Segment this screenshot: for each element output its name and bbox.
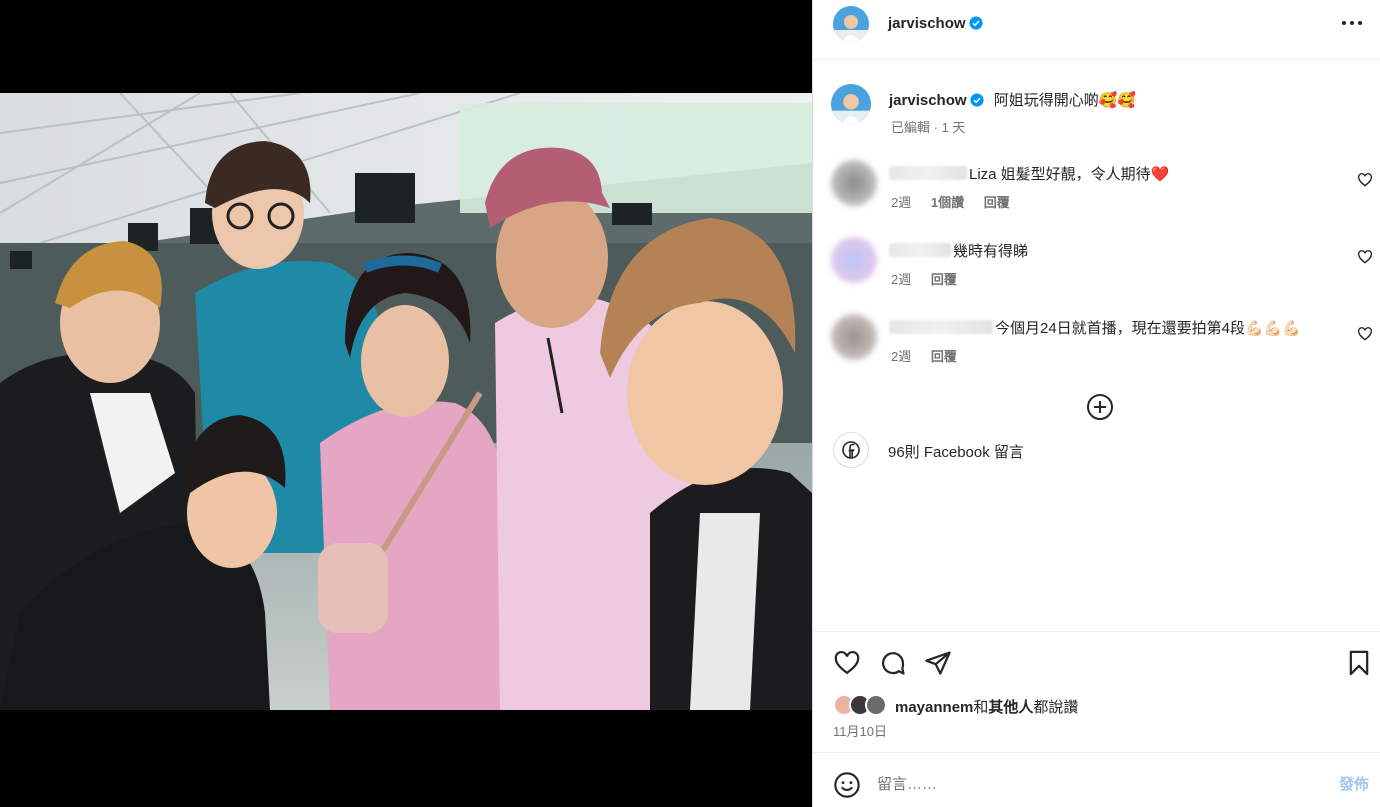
reply-button[interactable]: 回覆 — [984, 195, 1010, 210]
caption-text: 阿姐玩得開心啲🥰🥰 — [993, 92, 1137, 109]
post-date[interactable]: 11月10日 — [833, 721, 887, 740]
facebook-comments-text[interactable]: 96則 Facebook 留言 — [888, 441, 1024, 462]
likes-others-link[interactable]: 其他人 — [988, 699, 1033, 716]
heart-icon[interactable] — [1357, 172, 1373, 188]
photo-stage — [0, 0, 812, 807]
comment-meta: 2週 回覆 — [891, 346, 973, 365]
comment-text: Liza 姐髮型好靚，令人期待❤️ — [969, 166, 1170, 183]
comment-item: Liza 姐髮型好靚，令人期待❤️ 2週 1個讚 回覆 — [813, 158, 1380, 228]
comment-icon[interactable] — [879, 649, 907, 677]
post-photo[interactable] — [0, 93, 812, 710]
facebook-icon — [833, 432, 869, 468]
bookmark-icon[interactable] — [1345, 649, 1373, 677]
comment-age[interactable]: 2週 — [891, 349, 911, 364]
plus-circle-icon[interactable] — [1085, 392, 1115, 422]
comment-input[interactable] — [877, 771, 1277, 797]
commenter-username-redacted[interactable] — [889, 243, 951, 257]
caption-meta: 已編輯 · 1 天 — [891, 117, 965, 136]
commenter-avatar[interactable] — [831, 237, 877, 283]
reply-button[interactable]: 回覆 — [931, 272, 957, 287]
comment-item: 幾時有得睇 2週 回覆 — [813, 235, 1380, 305]
comment-age[interactable]: 2週 — [891, 272, 911, 287]
liker-username[interactable]: mayannem — [895, 699, 973, 716]
commenter-username-redacted[interactable] — [889, 166, 967, 180]
comment-like-count[interactable]: 1個讚 — [931, 195, 964, 210]
commenter-avatar[interactable] — [831, 160, 877, 206]
heart-icon[interactable] — [1357, 326, 1373, 342]
commenter-username-redacted[interactable] — [889, 320, 993, 334]
more-horizontal-icon[interactable] — [1337, 10, 1367, 36]
avatar-image — [833, 6, 869, 42]
comment-meta: 2週 1個讚 回覆 — [891, 192, 1026, 211]
likes-suffix: 都說讚 — [1033, 699, 1079, 716]
liker-avatar[interactable] — [865, 694, 887, 716]
comment-line: 今個月24日就首播，現在還要拍第4段💪🏻💪🏻💪🏻 — [889, 317, 1301, 338]
author-username[interactable]: jarvischow — [888, 15, 966, 32]
post-details-panel: jarvischow jarvischow 阿姐玩得開心啲🥰🥰 已編輯 · 1 … — [812, 0, 1380, 807]
action-bar — [813, 631, 1380, 691]
comment-line: 幾時有得睇 — [889, 240, 1028, 261]
avatar-image — [831, 84, 871, 124]
heart-icon[interactable] — [833, 649, 861, 677]
likes-summary: mayannem和其他人都說讚 — [833, 694, 1373, 716]
comment-text: 今個月24日就首播，現在還要拍第4段💪🏻💪🏻💪🏻 — [995, 320, 1302, 337]
heart-icon[interactable] — [1357, 249, 1373, 265]
edited-label: 已編輯 — [891, 120, 931, 135]
emoji-icon[interactable] — [833, 771, 861, 799]
facebook-comments-link[interactable]: 96則 Facebook 留言 — [833, 432, 1373, 468]
post-comment-button[interactable]: 發佈 — [1339, 773, 1369, 794]
comment-meta: 2週 回覆 — [891, 269, 973, 288]
meta-separator: · — [930, 120, 942, 135]
commenter-avatar[interactable] — [831, 314, 877, 360]
caption-author-avatar[interactable] — [831, 84, 871, 124]
comment-line: Liza 姐髮型好靚，令人期待❤️ — [889, 163, 1169, 184]
likes-text: mayannem和其他人都說讚 — [895, 696, 1078, 717]
likes-connector: 和 — [973, 699, 989, 716]
facebook-glyph — [842, 441, 860, 459]
post-age[interactable]: 1 天 — [942, 120, 966, 135]
author-username-row[interactable]: jarvischow — [888, 15, 983, 32]
post-header: jarvischow — [813, 0, 1380, 60]
comment-text: 幾時有得睇 — [953, 243, 1029, 260]
verified-badge-icon — [968, 16, 983, 30]
author-avatar[interactable] — [833, 6, 869, 42]
post-caption: jarvischow 阿姐玩得開心啲🥰🥰 已編輯 · 1 天 — [813, 80, 1380, 140]
caption-username[interactable]: jarvischow — [889, 92, 967, 109]
verified-badge-icon — [969, 93, 984, 107]
comment-item: 今個月24日就首播，現在還要拍第4段💪🏻💪🏻💪🏻 2週 回覆 — [813, 312, 1380, 382]
comment-age[interactable]: 2週 — [891, 195, 911, 210]
caption-line: jarvischow 阿姐玩得開心啲🥰🥰 — [889, 89, 1136, 110]
group-selfie-photo — [0, 93, 812, 710]
reply-button[interactable]: 回覆 — [931, 349, 957, 364]
share-icon[interactable] — [924, 649, 952, 677]
comment-composer: 發佈 — [813, 752, 1380, 807]
